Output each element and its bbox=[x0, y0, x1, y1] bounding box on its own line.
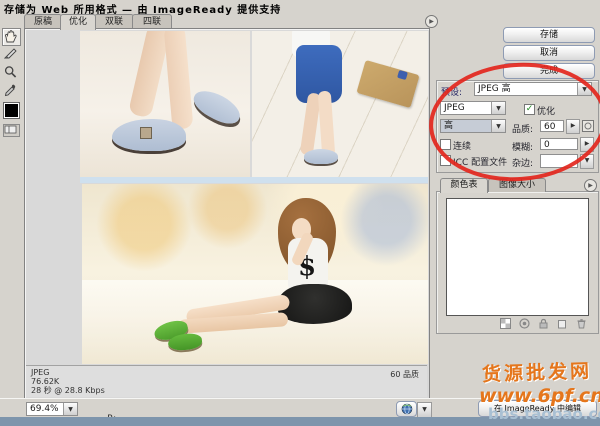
blur-slider-button[interactable]: ▶ bbox=[580, 137, 594, 152]
icc-profile-label: ICC 配置文件 bbox=[453, 155, 507, 168]
lock-color-icon[interactable] bbox=[538, 318, 549, 329]
tab-image-size[interactable]: 图像大小 bbox=[488, 178, 546, 192]
info-file-size: 76.62K bbox=[31, 377, 59, 386]
info-download-time: 28 秒 @ 28.8 Kbps bbox=[31, 386, 105, 395]
preset-label: 预设: bbox=[441, 85, 462, 98]
save-for-web-dialog: 存储为 Web 所用格式 — 由 ImageReady 提供支持 原稿 优化 双… bbox=[0, 0, 600, 426]
slice-select-icon bbox=[3, 47, 18, 61]
title-bar: 存储为 Web 所用格式 — 由 ImageReady 提供支持 bbox=[0, 0, 600, 13]
dropdown-arrow-icon: ▼ bbox=[422, 406, 427, 413]
tab-4up[interactable]: 四联 bbox=[132, 14, 172, 29]
menu-arrow-icon: ▶ bbox=[429, 18, 434, 25]
blur-label: 模糊: bbox=[512, 140, 533, 153]
quality-channel-button[interactable] bbox=[582, 120, 594, 135]
zoom-level-select[interactable]: 69.4% ▼ bbox=[26, 402, 78, 416]
spinner-arrow-icon: ▶ bbox=[571, 122, 576, 129]
photo-top-right-girl bbox=[252, 31, 428, 177]
eyedropper-icon bbox=[3, 83, 18, 97]
photo-bottom-girl-sitting: $ bbox=[82, 184, 428, 364]
watermark-forum-url: bbs.taobao.com bbox=[488, 405, 600, 423]
format-value: JPEG bbox=[444, 103, 465, 113]
info-quality: 60 品质 bbox=[390, 370, 419, 379]
dropdown-arrow-icon[interactable]: ▼ bbox=[491, 120, 505, 132]
blur-value-field[interactable]: 0 bbox=[540, 138, 578, 150]
optimize-label: 优化 bbox=[537, 104, 555, 117]
quality-level-dropdown[interactable]: 高 ▼ bbox=[440, 119, 506, 133]
eyedropper-color-swatch[interactable] bbox=[3, 102, 20, 119]
preset-dropdown[interactable]: JPEG 高 ▼ bbox=[474, 82, 592, 96]
preset-value: JPEG 高 bbox=[478, 84, 511, 94]
channel-mask-icon bbox=[582, 120, 594, 132]
dropdown-arrow-icon[interactable]: ▼ bbox=[577, 83, 591, 95]
snap-transparency-icon[interactable] bbox=[500, 318, 511, 329]
photo-slipper bbox=[189, 85, 244, 130]
slice-visibility-icon bbox=[4, 125, 17, 134]
color-table-area[interactable] bbox=[446, 198, 589, 316]
format-dropdown[interactable]: JPEG ▼ bbox=[440, 101, 506, 115]
new-color-icon[interactable] bbox=[557, 318, 568, 329]
preview-in-browser-button[interactable] bbox=[396, 401, 417, 417]
photo-buckle bbox=[140, 127, 152, 139]
tab-optimized[interactable]: 优化 bbox=[60, 14, 96, 30]
spinner-arrow-icon: ▶ bbox=[585, 140, 590, 147]
color-table-menu-button[interactable]: ▶ bbox=[584, 179, 597, 192]
toggle-slices-visibility-button[interactable] bbox=[3, 124, 20, 137]
photo-slipper bbox=[304, 149, 338, 164]
watermark-site-url: www.6pf.cn bbox=[479, 385, 600, 407]
dropdown-arrow-icon: ▼ bbox=[585, 157, 590, 164]
dropdown-arrow-icon[interactable]: ▼ bbox=[491, 102, 505, 114]
save-button[interactable]: 存储 bbox=[503, 27, 595, 43]
optimize-info-strip: JPEG 76.62K 28 秒 @ 28.8 Kbps 60 品质 bbox=[26, 365, 427, 397]
preview-menu-button[interactable]: ▶ bbox=[425, 15, 438, 28]
matte-label: 杂边: bbox=[512, 156, 533, 169]
photo-divider-strip bbox=[80, 177, 428, 183]
matte-arrow-button[interactable]: ▼ bbox=[580, 154, 594, 169]
progressive-checkbox[interactable] bbox=[440, 139, 451, 150]
slice-select-tool-button[interactable] bbox=[2, 46, 21, 64]
dropdown-arrow-icon[interactable]: ▼ bbox=[63, 403, 77, 415]
web-shift-icon[interactable] bbox=[519, 318, 530, 329]
check-icon: ✓ bbox=[526, 104, 534, 114]
progressive-label: 连续 bbox=[453, 139, 471, 152]
done-button[interactable]: 完成 bbox=[503, 63, 595, 79]
cancel-button[interactable]: 取消 bbox=[503, 45, 595, 61]
quality-level-value: 高 bbox=[444, 121, 453, 131]
zoom-value: 69.4% bbox=[30, 404, 59, 414]
optimized-preview-panel[interactable]: $ JPEG 76.62K 28 秒 @ 28.8 Kbps 60 品质 bbox=[24, 28, 430, 399]
optimize-checkbox[interactable]: ✓ bbox=[524, 104, 535, 115]
info-format: JPEG bbox=[31, 368, 49, 377]
photo-leg bbox=[164, 31, 194, 130]
quality-value-field[interactable]: 60 bbox=[540, 120, 564, 132]
color-table-toolbar bbox=[500, 318, 596, 330]
trash-icon[interactable] bbox=[576, 318, 587, 329]
zoom-icon bbox=[3, 65, 18, 79]
quality-label: 品质: bbox=[512, 122, 533, 135]
watermark-site-name: 货源批发网 bbox=[482, 356, 593, 387]
tab-original[interactable]: 原稿 bbox=[24, 14, 62, 29]
matte-dropdown[interactable] bbox=[540, 154, 578, 168]
browser-globe-icon bbox=[401, 403, 413, 415]
tab-color-table[interactable]: 颜色表 bbox=[440, 178, 488, 193]
icc-profile-checkbox[interactable] bbox=[440, 155, 451, 166]
photo-cardboard bbox=[356, 60, 419, 108]
tab-2up[interactable]: 双联 bbox=[94, 14, 134, 29]
menu-arrow-icon: ▶ bbox=[588, 182, 593, 189]
eyedropper-tool-button[interactable] bbox=[2, 82, 21, 100]
quality-slider-button[interactable]: ▶ bbox=[566, 119, 580, 134]
zoom-tool-button[interactable] bbox=[2, 64, 21, 82]
hand-icon bbox=[3, 29, 18, 43]
photo-top-left-slippers bbox=[80, 31, 250, 177]
hand-tool-button[interactable] bbox=[2, 28, 21, 46]
browser-select-arrow[interactable]: ▼ bbox=[417, 402, 432, 418]
